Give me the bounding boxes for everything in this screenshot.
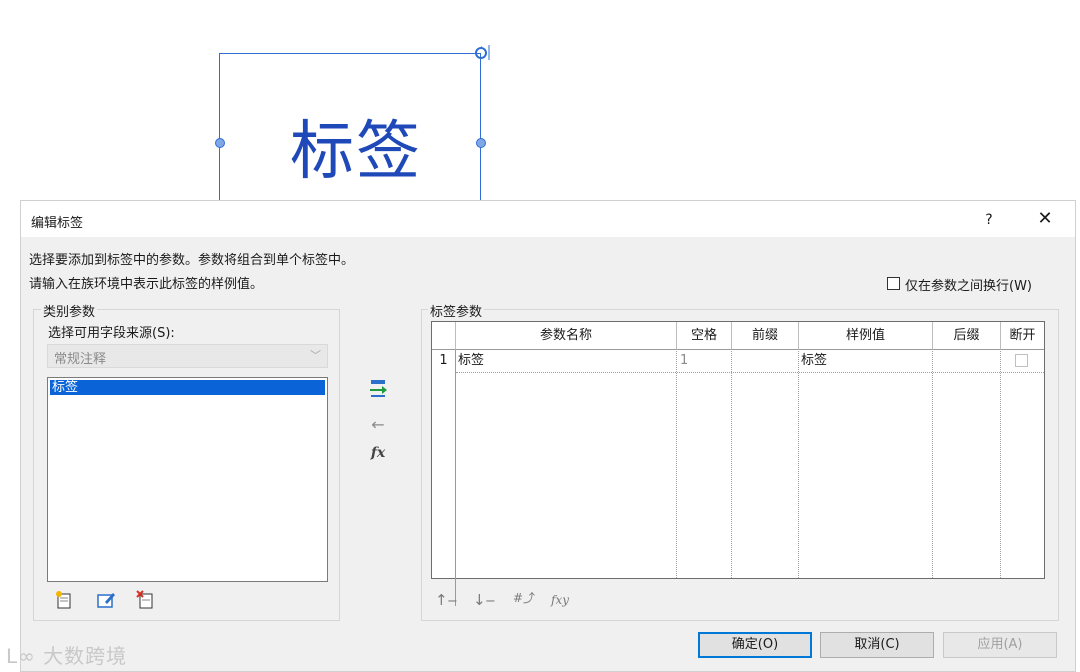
grid-divider — [1000, 322, 1001, 578]
col-header-prefix[interactable]: 前缀 — [732, 322, 799, 350]
move-down-icon[interactable]: ↓‒ — [473, 589, 495, 611]
field-source-select[interactable]: 常规注释 ﹀ — [47, 344, 328, 368]
left-resize-handle[interactable] — [215, 138, 225, 148]
drawing-canvas[interactable]: 标签 — [0, 0, 1080, 213]
label-preview-text[interactable]: 标签 — [290, 100, 422, 192]
watermark-text: 大数跨境 — [43, 644, 128, 668]
dialog-title: 编辑标签 — [31, 216, 84, 231]
wrap-between-params-label[interactable]: 仅在参数之间换行(W) — [905, 275, 1032, 294]
col-header-spaces[interactable]: 空格 — [677, 322, 732, 350]
grid-divider — [798, 322, 799, 578]
remove-from-label-icon[interactable]: ← — [367, 414, 389, 436]
row-header-corner — [432, 322, 456, 350]
col-header-break[interactable]: 断开 — [1001, 322, 1044, 350]
label-params-grid[interactable]: 参数名称 空格 前缀 样例值 后缀 断开 1 标签 1 标签 — [431, 321, 1045, 606]
field-source-label: 选择可用字段来源(S): — [48, 326, 175, 341]
cell-sample-value[interactable]: 标签 — [801, 350, 931, 372]
row-number: 1 — [439, 353, 448, 368]
rotate-handle-icon[interactable] — [472, 44, 490, 62]
grid-divider — [932, 322, 933, 578]
watermark-logo: ᒪ∞ 大数跨境 — [6, 640, 127, 669]
row-index: 1 — [432, 350, 456, 606]
watermark-icon: ᒪ∞ — [6, 644, 36, 668]
chevron-down-icon: ﹀ — [310, 349, 321, 362]
calculated-value-icon[interactable]: #⤴ — [513, 587, 535, 609]
available-fields-list[interactable]: 标签 — [47, 377, 328, 582]
grid-row-divider — [456, 372, 1044, 373]
formula-fx-icon[interactable]: fx — [367, 442, 389, 464]
grid-divider — [731, 322, 732, 578]
cell-suffix[interactable] — [935, 350, 999, 372]
right-resize-handle[interactable] — [476, 138, 486, 148]
delete-parameter-icon[interactable] — [135, 589, 157, 611]
new-parameter-icon[interactable] — [53, 589, 75, 611]
list-item[interactable]: 标签 — [50, 380, 325, 395]
cell-break-checkbox[interactable] — [1015, 354, 1028, 367]
col-header-name[interactable]: 参数名称 — [456, 322, 677, 350]
col-header-sample[interactable]: 样例值 — [799, 322, 933, 350]
cancel-button[interactable]: 取消(C) — [820, 632, 934, 658]
close-button[interactable]: ✕ — [1029, 205, 1061, 233]
formula-xy-icon[interactable]: fxy — [549, 589, 571, 611]
label-params-title: 标签参数 — [428, 301, 485, 320]
col-header-suffix[interactable]: 后缀 — [933, 322, 1001, 350]
category-params-title: 类别参数 — [41, 301, 98, 320]
edit-parameter-icon[interactable] — [95, 589, 117, 611]
move-up-icon[interactable]: ↑‒ — [435, 589, 457, 611]
instruction-line-1: 选择要添加到标签中的参数。参数将组合到单个标签中。 — [29, 253, 355, 268]
wrap-between-params-checkbox[interactable] — [887, 277, 900, 290]
help-button[interactable]: ? — [977, 209, 1001, 231]
grid-divider — [676, 322, 677, 578]
dialog-titlebar: 编辑标签 ? ✕ — [21, 201, 1075, 237]
apply-button[interactable]: 应用(A) — [943, 632, 1057, 658]
cell-spaces[interactable]: 1 — [680, 350, 730, 372]
instruction-line-2: 请输入在族环境中表示此标签的样例值。 — [29, 277, 264, 292]
add-to-label-icon[interactable] — [367, 377, 389, 399]
cell-prefix[interactable] — [734, 350, 796, 372]
field-source-value: 常规注释 — [54, 352, 107, 367]
cell-param-name[interactable]: 标签 — [458, 350, 676, 372]
ok-button[interactable]: 确定(O) — [698, 632, 812, 658]
edit-label-dialog: 编辑标签 ? ✕ 选择要添加到标签中的参数。参数将组合到单个标签中。 请输入在族… — [20, 200, 1076, 672]
